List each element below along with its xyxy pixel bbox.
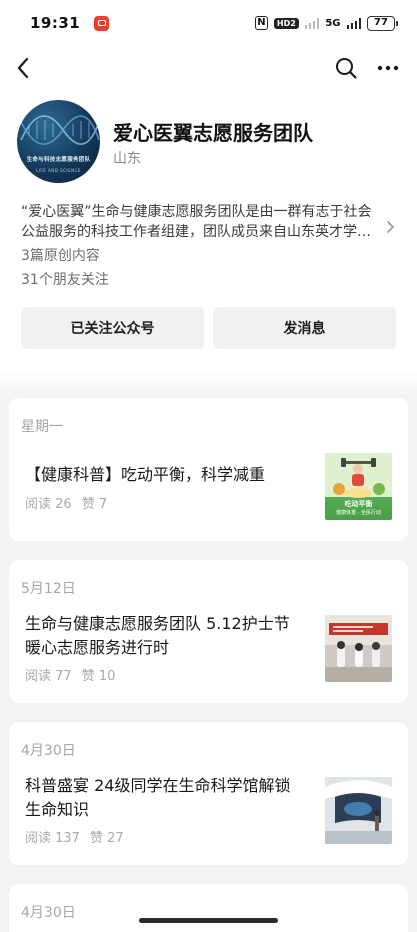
search-button[interactable] (333, 54, 359, 82)
avatar-subtitle: LIFE AND SCIENCE (36, 168, 81, 173)
nurses-day-photo (325, 615, 392, 682)
article-title[interactable]: 科普盛宴 24级同学在生命科学馆解锁生命知识 (25, 774, 305, 822)
avatar[interactable]: 生命与科技志愿服务团队 LIFE AND SCIENCE (17, 100, 100, 183)
article-thumbnail[interactable] (325, 615, 392, 682)
article-meta: 阅读 137 赞 27 (25, 827, 124, 846)
home-indicator[interactable] (139, 918, 278, 923)
search-icon (336, 58, 357, 79)
status-time: 19:31 (30, 14, 81, 32)
account-region: 山东 (113, 151, 141, 167)
send-message-button[interactable]: 发消息 (213, 307, 396, 349)
network-type: 5G (325, 17, 341, 29)
chevron-right-icon[interactable] (386, 220, 395, 234)
status-indicators: N HD2 5G 77 (254, 15, 398, 31)
article-meta: 阅读 26 赞 7 (25, 493, 107, 512)
signal-icon (304, 17, 320, 29)
science-museum-photo (325, 777, 392, 844)
account-intro[interactable]: “爱心医翼”生命与健康志愿服务团队是由一群有志于社会公益服务的科技工作者组建，团… (21, 202, 381, 242)
like-count: 赞 10 (81, 669, 116, 684)
avatar-title: 生命与科技志愿服务团队 (26, 157, 91, 163)
article-title[interactable]: 生命与健康志愿服务团队 5.12护士节暖心志愿服务进行时 (25, 612, 305, 660)
article-meta: 阅读 77 赞 10 (25, 665, 115, 684)
nfc-icon: N (254, 16, 268, 30)
read-count: 阅读 26 (25, 497, 72, 512)
followed-button[interactable]: 已关注公众号 (21, 307, 204, 349)
article-card[interactable]: 星期一 【健康科普】吃动平衡，科学减重 阅读 26 赞 7 吃动平衡 健康体重 ·… (9, 398, 408, 541)
chevron-left-icon (17, 57, 29, 79)
nav-bar (0, 50, 417, 86)
signal-strength-icon (346, 17, 361, 29)
read-count: 阅读 137 (25, 831, 80, 846)
friends-following[interactable]: 31个朋友关注 (21, 269, 109, 289)
hd-voice-icon: HD2 (273, 17, 299, 29)
thumbnail-caption: 吃动平衡 (344, 500, 373, 508)
article-card[interactable]: 4月30日 (9, 884, 408, 932)
original-count[interactable]: 3篇原创内容 (21, 245, 100, 265)
thumbnail-subcaption: 健康体重 · 全民行动 (336, 510, 381, 516)
article-thumbnail[interactable] (325, 777, 392, 844)
article-thumbnail[interactable]: 吃动平衡 健康体重 · 全民行动 (325, 453, 392, 520)
article-card[interactable]: 4月30日 科普盛宴 24级同学在生命科学馆解锁生命知识 阅读 137 赞 27 (9, 722, 408, 865)
account-name: 爱心医翼志愿服务团队 (113, 121, 313, 145)
battery-icon: 77 (367, 15, 398, 31)
more-button[interactable] (374, 54, 402, 82)
article-date: 星期一 (21, 419, 63, 435)
like-count: 赞 7 (81, 497, 108, 512)
article-date: 5月12日 (21, 581, 76, 597)
back-button[interactable] (10, 54, 36, 82)
more-horizontal-icon (377, 65, 399, 71)
article-date: 4月30日 (21, 905, 76, 921)
read-count: 阅读 77 (25, 669, 72, 684)
notification-app-icon (94, 15, 110, 31)
article-date: 4月30日 (21, 743, 76, 759)
article-title[interactable]: 【健康科普】吃动平衡，科学减重 (25, 463, 305, 487)
article-card[interactable]: 5月12日 生命与健康志愿服务团队 5.12护士节暖心志愿服务进行时 阅读 77… (9, 560, 408, 703)
like-count: 赞 27 (89, 831, 124, 846)
status-bar: 19:31 N HD2 5G 77 (0, 0, 417, 46)
